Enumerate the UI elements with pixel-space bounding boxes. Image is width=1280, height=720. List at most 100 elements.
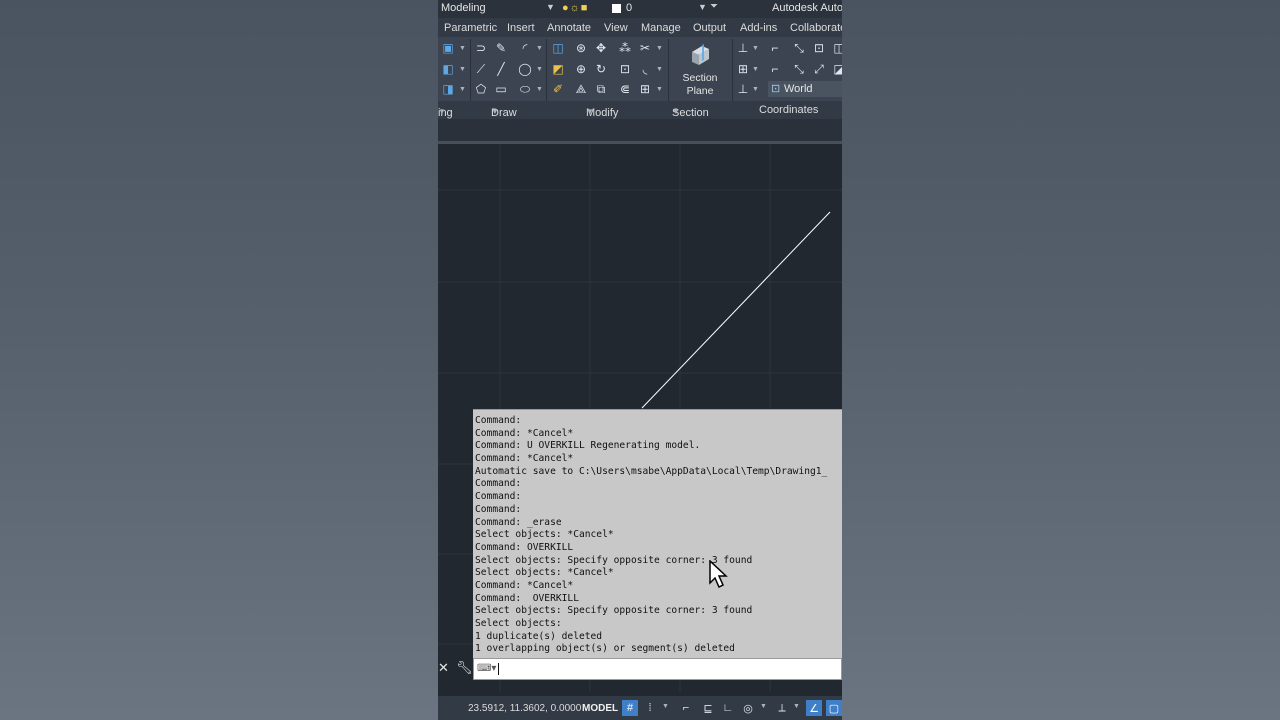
object-snap-icon[interactable]: ▢ — [826, 700, 842, 716]
polar-tracking-icon[interactable]: ◎ — [740, 700, 756, 716]
polysolid-icon[interactable]: ⊃ — [474, 41, 488, 55]
arc-icon[interactable]: ◜ — [518, 41, 532, 55]
polyline-icon[interactable]: ⟋ — [474, 62, 488, 76]
chevron-down-icon[interactable]: ▼ — [536, 66, 543, 73]
copy-icon[interactable]: ⧉ — [594, 82, 608, 96]
move-icon[interactable]: ✥ — [594, 41, 608, 55]
status-bar: 23.5912, 11.3602, 0.0000 MODEL # ⁞ ▼ ⌐ ⊑… — [438, 696, 842, 720]
stretch-icon[interactable]: ⟁ — [574, 82, 588, 96]
chevron-down-icon[interactable]: ▼ — [752, 45, 759, 52]
command-history-lines: Command: Command: *Cancel* Command: U OVER… — [473, 415, 827, 656]
ucs-selector[interactable]: ⊡ World — [768, 81, 842, 97]
object-snap-tracking-icon[interactable]: ∠ — [806, 700, 822, 716]
trim-icon[interactable]: ✂ — [638, 41, 652, 55]
ucs-z-icon[interactable]: ⤢ — [812, 62, 826, 76]
command-history[interactable]: Command: Command: *Cancel* Command: U OVER… — [473, 409, 842, 658]
tab-output[interactable]: Output — [693, 22, 726, 34]
polygon-icon[interactable]: ⬠ — [474, 82, 488, 96]
fillet-icon[interactable]: ◟ — [638, 62, 652, 76]
section-plane-label-line2: Plane — [686, 85, 714, 97]
sun-icon[interactable]: ☼ — [570, 2, 581, 14]
rotate-icon[interactable]: ↻ — [594, 62, 608, 76]
circle-icon[interactable]: ◯ — [518, 62, 532, 76]
ucs-world-icon[interactable]: ⊥ — [736, 82, 750, 96]
line-icon[interactable]: ╱ — [494, 62, 508, 76]
chevron-down-icon[interactable]: ▼ — [546, 2, 555, 12]
chevron-down-icon[interactable]: ▼ — [752, 66, 759, 73]
array-icon[interactable]: ⁂ — [618, 41, 632, 55]
model-space-toggle[interactable]: MODEL — [582, 703, 618, 714]
layer-dropdown-chevron-icon[interactable]: ▼ — [698, 2, 707, 12]
chevron-down-icon[interactable]: ▼ — [793, 703, 800, 710]
chevron-down-icon[interactable]: ▼ — [459, 86, 466, 93]
infer-constraints-icon[interactable]: ⊑ — [700, 700, 716, 716]
tab-collaborate[interactable]: Collaborate — [790, 22, 842, 34]
ucs-object-icon[interactable]: ◪ — [832, 62, 842, 76]
tab-insert[interactable]: Insert — [507, 22, 535, 34]
ucs-named-icon[interactable]: ⊞ — [736, 62, 750, 76]
tab-add-ins[interactable]: Add-ins — [740, 22, 777, 34]
unlock-icon[interactable]: ■ — [581, 2, 589, 14]
chevron-down-icon[interactable]: ▼ — [536, 45, 543, 52]
chevron-down-icon[interactable]: ▼ — [459, 45, 466, 52]
chevron-down-icon[interactable]: ▼ — [760, 703, 767, 710]
explode-icon[interactable]: ⊞ — [638, 82, 652, 96]
customize-wrench-icon[interactable]: 🔧︎ — [456, 660, 473, 676]
lightbulb-icon[interactable]: ● — [562, 2, 570, 14]
cursor-coordinates: 23.5912, 11.3602, 0.0000 — [468, 703, 582, 714]
ellipse-icon[interactable]: ⬭ — [518, 82, 532, 96]
tab-manage[interactable]: Manage — [641, 22, 681, 34]
chevron-down-icon[interactable]: ▼ — [752, 86, 759, 93]
command-history-line: Command: OVERKILL — [475, 541, 574, 553]
ucs-view-icon[interactable]: ⊡ — [812, 41, 826, 55]
chevron-down-icon[interactable]: ▼ — [662, 703, 669, 710]
command-prompt-icon[interactable]: ⌨▾ — [477, 663, 496, 674]
ucs-icon[interactable]: ⊥ — [736, 41, 750, 55]
ucs-face-icon[interactable]: ◫ — [832, 41, 842, 55]
chevron-down-icon[interactable]: ▼ — [536, 86, 543, 93]
chevron-down-icon[interactable]: ▼ — [459, 66, 466, 73]
ribbon-tabs: Parametric Insert Annotate View Manage O… — [438, 18, 842, 37]
section-plane-button[interactable]: Section Plane — [678, 72, 722, 98]
chevron-down-icon[interactable]: ▼ — [656, 66, 663, 73]
ucs-x-icon[interactable]: ⤡ — [792, 41, 806, 55]
isodraft-icon[interactable]: ⟂ — [774, 700, 790, 716]
ucs-origin-icon[interactable]: ⌐ — [768, 41, 782, 55]
tab-parametric[interactable]: Parametric — [444, 22, 497, 34]
box-solid-icon[interactable]: ▣ — [441, 41, 455, 55]
dynamic-ucs-icon[interactable]: ⌐ — [678, 700, 694, 716]
ucs-z-axis-icon[interactable]: ⌐ — [768, 62, 782, 76]
drawn-line[interactable] — [641, 211, 831, 409]
grid-toggle-icon[interactable]: # — [622, 700, 638, 716]
command-line[interactable]: ⌨▾ — [473, 658, 842, 680]
ucs-value: World — [784, 83, 813, 95]
command-history-line: Command: OVERKILL — [475, 592, 579, 604]
chevron-down-icon[interactable]: ▼ — [656, 45, 663, 52]
revolve-icon[interactable]: ◨ — [441, 82, 455, 96]
workspace-selector[interactable]: Modeling — [441, 2, 486, 14]
tab-annotate[interactable]: Annotate — [547, 22, 591, 34]
section-plane-icon[interactable] — [688, 43, 712, 67]
layer-state-icons[interactable]: ●☼■ — [562, 2, 588, 14]
3d-align-icon[interactable]: ⊕ — [574, 62, 588, 76]
ortho-mode-icon[interactable]: ∟ — [720, 700, 736, 716]
snap-mode-icon[interactable]: ⁞ — [642, 700, 658, 716]
chevron-down-icon[interactable]: ▼ — [656, 86, 663, 93]
panel-title-coordinates[interactable]: Coordinates — [759, 104, 818, 116]
erase-icon[interactable]: ✐ — [551, 82, 565, 96]
tab-view[interactable]: View — [604, 22, 628, 34]
command-input[interactable] — [498, 661, 828, 676]
extrude-icon[interactable]: ◧ — [441, 62, 455, 76]
mirror-icon[interactable]: ◫ — [551, 41, 565, 55]
scale-icon[interactable]: ⊡ — [618, 62, 632, 76]
rectangle-icon[interactable]: ▭ — [494, 82, 508, 96]
3d-polyline-icon[interactable]: ✎ — [494, 41, 508, 55]
autocad-window: Modeling ▼ ●☼■ 0 ▼ ⏷ Autodesk AutoC Para… — [438, 0, 842, 720]
customize-quick-access-icon[interactable]: ⏷ — [710, 1, 718, 12]
ucs-y-icon[interactable]: ⤡ — [792, 62, 806, 76]
3d-rotate-icon[interactable]: ⊛ — [574, 41, 588, 55]
offset-icon[interactable]: ⋐ — [618, 82, 632, 96]
close-icon[interactable]: ✕ — [438, 660, 449, 676]
layer-name[interactable]: 0 — [626, 2, 632, 14]
solid-edit-icon[interactable]: ◩ — [551, 62, 565, 76]
